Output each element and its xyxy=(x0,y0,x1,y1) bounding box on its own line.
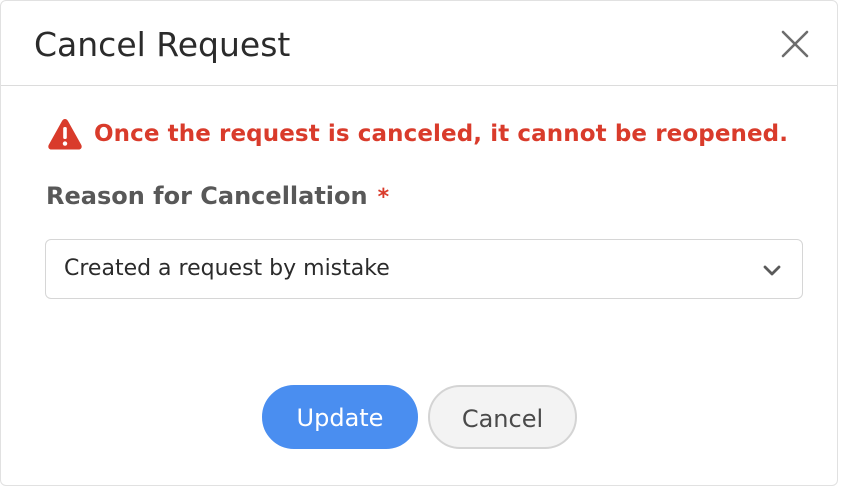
reason-label-text: Reason for Cancellation xyxy=(46,182,368,210)
warning-text: Once the request is canceled, it cannot … xyxy=(94,121,789,147)
update-button[interactable]: Update xyxy=(262,385,418,449)
close-button[interactable] xyxy=(777,26,813,62)
chevron-down-icon xyxy=(763,265,781,276)
warning-triangle-icon xyxy=(48,119,82,150)
dialog-title: Cancel Request xyxy=(34,25,291,64)
reason-select-value: Created a request by mistake xyxy=(64,256,390,281)
dialog-header: Cancel Request xyxy=(1,1,837,86)
reason-label: Reason for Cancellation * xyxy=(46,178,389,216)
reason-select[interactable]: Created a request by mistake xyxy=(45,239,803,299)
cancel-request-dialog: Cancel Request Once the request is cance… xyxy=(0,0,838,486)
required-marker: * xyxy=(377,185,390,210)
close-icon xyxy=(781,30,809,58)
warning-message: Once the request is canceled, it cannot … xyxy=(47,115,788,153)
cancel-button[interactable]: Cancel xyxy=(428,385,577,449)
